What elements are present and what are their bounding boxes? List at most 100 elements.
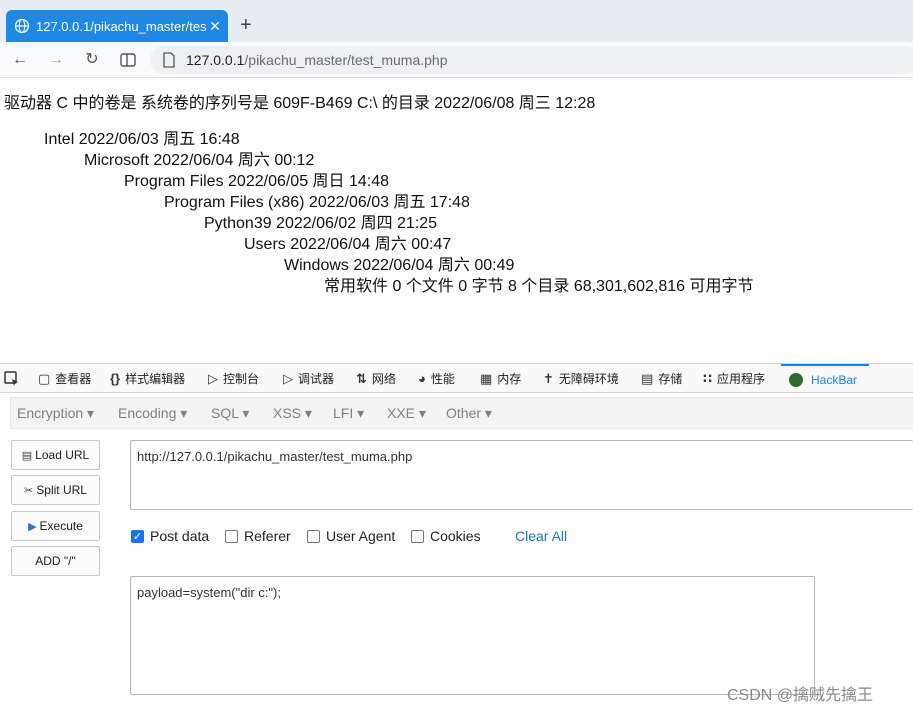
back-arrow-icon[interactable]: ←	[10, 50, 30, 70]
hackbar-logo-icon	[789, 372, 803, 387]
network-icon: ⇅	[356, 370, 367, 386]
dir-summary-line: 常用软件 0 个文件 0 字节 8 个目录 68,301,602,816 可用字…	[324, 278, 754, 295]
watermark: CSDN @擒贼先擒王	[727, 687, 874, 704]
menu-encryption[interactable]: Encryption ▾	[17, 405, 94, 422]
tab-style-editor[interactable]: {} 样式编辑器	[110, 364, 185, 393]
tab-memory[interactable]: ▦ 内存	[480, 364, 521, 393]
chevron-down-icon: ▾	[418, 405, 426, 421]
checkbox-label: Post data	[150, 528, 210, 544]
hackbar-menu: Encryption ▾ Encoding ▾ SQL ▾ XSS ▾ LFI …	[0, 393, 913, 437]
checkbox-box	[307, 529, 320, 543]
forward-arrow-icon[interactable]: →	[46, 50, 66, 70]
tab-network[interactable]: ⇅ 网络	[356, 364, 396, 393]
chevron-down-icon: ▾	[304, 405, 312, 421]
menu-sql[interactable]: SQL ▾	[211, 405, 249, 422]
menu-xss[interactable]: XSS ▾	[273, 405, 312, 422]
cookies-checkbox[interactable]: Cookies	[411, 528, 481, 544]
menu-label: XXE	[387, 405, 416, 421]
devtools-toolbar: ▢ 查看器 {} 样式编辑器 ▷ 控制台 ▷ 调试器 ⇅ 网络 ◕ 性能 ▦ 内存 ✝ 无障碍环…	[0, 363, 913, 393]
page-icon	[163, 52, 175, 68]
add-slash-button[interactable]: ADD "/"	[11, 546, 100, 576]
menu-encoding[interactable]: Encoding ▾	[118, 405, 187, 422]
menu-label: LFI	[333, 405, 354, 421]
tab-debugger[interactable]: ▷ 调试器	[283, 364, 334, 393]
scissors-icon: ✂	[24, 484, 34, 497]
menu-xxe[interactable]: XXE ▾	[387, 405, 426, 422]
page-content: 驱动器 C 中的卷是 系统卷的序列号是 609F-B469 C:\ 的目录 20…	[0, 78, 913, 363]
button-label: Execute	[39, 519, 83, 533]
tab-accessibility[interactable]: ✝ 无障碍环境	[543, 364, 619, 393]
button-label: Load URL	[35, 448, 90, 462]
button-label: ADD "/"	[35, 554, 76, 568]
checkbox-box	[411, 529, 424, 543]
user-agent-checkbox[interactable]: User Agent	[307, 528, 395, 544]
play-icon: ▶	[28, 520, 37, 533]
tab-label: 控制台	[223, 372, 260, 386]
tab-label: 内存	[497, 372, 522, 386]
url-host: 127.0.0.1	[186, 52, 245, 68]
globe-icon	[14, 18, 30, 34]
clear-all-link[interactable]: Clear All	[515, 528, 567, 544]
chevron-down-icon: ▾	[242, 405, 250, 421]
button-label: Split URL	[36, 483, 87, 497]
execute-button[interactable]: ▶ Execute	[11, 511, 100, 541]
chevron-down-icon: ▾	[484, 405, 492, 421]
element-picker-icon[interactable]	[4, 364, 20, 393]
menu-lfi[interactable]: LFI ▾	[333, 405, 364, 422]
browser-tab[interactable]: 127.0.0.1/pikachu_master/test ✕	[6, 10, 228, 42]
address-bar[interactable]: 127.0.0.1/pikachu_master/test_muma.php	[150, 46, 913, 74]
reload-icon[interactable]: ↻	[82, 50, 102, 70]
hackbar-menubar: Encryption ▾ Encoding ▾ SQL ▾ XSS ▾ LFI …	[10, 397, 913, 429]
checkmark-icon: ✓	[131, 529, 144, 543]
tab-label: 查看器	[55, 372, 92, 386]
debugger-icon: ▷	[283, 370, 293, 386]
chevron-down-icon: ▾	[357, 405, 365, 421]
tab-title: 127.0.0.1/pikachu_master/test	[36, 18, 206, 34]
reader-view-icon[interactable]	[118, 50, 138, 70]
tab-console[interactable]: ▷ 控制台	[208, 364, 259, 393]
braces-icon: {}	[110, 371, 121, 386]
tab-strip: 127.0.0.1/pikachu_master/test ✕ +	[0, 0, 913, 42]
tab-storage[interactable]: ▤ 存储	[641, 364, 682, 393]
menu-label: SQL	[211, 405, 239, 421]
post-data-textarea[interactable]: payload=system("dir c:");	[130, 576, 815, 695]
menu-label: XSS	[273, 405, 302, 421]
url-path: /pikachu_master/test_muma.php	[244, 52, 448, 68]
tab-label: 存储	[658, 372, 683, 386]
gauge-icon: ◕	[418, 371, 426, 386]
storage-icon: ▤	[641, 370, 654, 386]
load-icon: ▤	[21, 449, 33, 462]
inspector-icon: ▢	[38, 370, 51, 386]
tab-inspector[interactable]: ▢ 查看器	[38, 364, 91, 393]
menu-other[interactable]: Other ▾	[446, 405, 492, 422]
split-url-button[interactable]: ✂ Split URL	[11, 475, 100, 505]
tab-label: 样式编辑器	[125, 372, 186, 386]
tab-label: 应用程序	[717, 372, 766, 386]
navigation-bar: ← → ↻ 127.0.0.1/pikachu_master/test_muma…	[0, 42, 913, 78]
post-data-checkbox[interactable]: ✓ Post data	[131, 528, 209, 544]
memory-icon: ▦	[480, 370, 493, 386]
console-icon: ▷	[208, 370, 218, 386]
tab-label: 性能	[430, 372, 455, 386]
accessibility-icon: ✝	[543, 370, 554, 386]
tab-performance[interactable]: ◕ 性能	[418, 364, 455, 393]
checkbox-label: User Agent	[326, 528, 396, 544]
referer-checkbox[interactable]: Referer	[225, 528, 291, 544]
tab-label: 无障碍环境	[558, 372, 619, 386]
grid-icon: ∷	[703, 370, 713, 386]
tab-application[interactable]: ∷ 应用程序	[703, 364, 765, 393]
menu-label: Other	[446, 405, 482, 421]
close-icon[interactable]: ✕	[206, 18, 224, 35]
tab-label: 网络	[371, 372, 396, 386]
checkbox-label: Referer	[244, 528, 291, 544]
load-url-button[interactable]: ▤ Load URL	[11, 440, 100, 470]
chevron-down-icon: ▾	[180, 405, 188, 421]
url-textarea[interactable]: http://127.0.0.1/pikachu_master/test_mum…	[130, 440, 913, 510]
chevron-down-icon: ▾	[87, 405, 95, 421]
checkbox-label: Cookies	[430, 528, 481, 544]
new-tab-button[interactable]: +	[240, 14, 252, 37]
checkbox-box	[225, 529, 238, 543]
tab-label: 调试器	[298, 372, 335, 386]
menu-label: Encoding	[118, 405, 177, 421]
tab-hackbar[interactable]: HackBar	[781, 364, 870, 393]
